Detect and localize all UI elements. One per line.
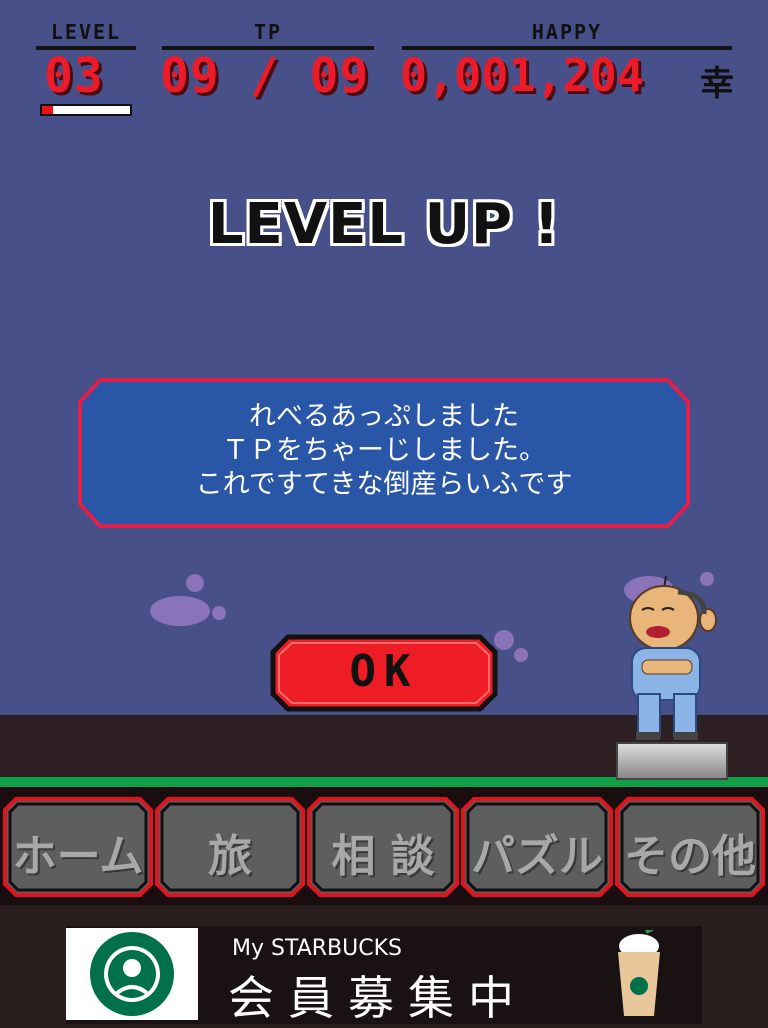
nav-consult-label: 相 談 xyxy=(331,831,435,882)
level-label: LEVEL xyxy=(50,20,122,44)
level-value: 03 xyxy=(44,48,104,104)
nav-other-button[interactable]: その他 xyxy=(614,796,766,898)
ok-button[interactable]: OK xyxy=(270,634,498,712)
cloud-puff xyxy=(212,606,226,620)
tp-value: 09 / 09 xyxy=(160,48,370,104)
nav-home-label: ホーム xyxy=(12,831,144,882)
pedestal xyxy=(616,742,728,780)
cloud-puff xyxy=(514,648,528,662)
ad-main-text: 会員募集中 xyxy=(228,971,528,1025)
level-up-banner: LEVEL UP ! xyxy=(207,192,561,257)
tp-label: TP xyxy=(253,20,283,44)
ad-banner[interactable]: My STARBUCKS 会員募集中 xyxy=(66,926,702,1025)
happy-unit: 幸 xyxy=(700,64,734,104)
ad-small-text: My STARBUCKS xyxy=(232,936,402,961)
starbucks-logo-icon xyxy=(66,928,198,1020)
nav-travel-button[interactable]: 旅 xyxy=(154,796,306,898)
nav-consult-button[interactable]: 相 談 xyxy=(306,796,460,898)
message-line-1: れべるあっぷしました xyxy=(249,401,519,432)
happy-label: HAPPY xyxy=(531,20,603,44)
level-progress-fill xyxy=(42,106,53,114)
nav-home-button[interactable]: ホーム xyxy=(2,796,154,898)
cloud-decoration xyxy=(150,596,210,626)
old-man-character xyxy=(629,575,717,740)
happy-value: 0,001,204 xyxy=(400,49,644,102)
frappuccino-cup-icon xyxy=(618,930,660,1016)
cloud-puff xyxy=(186,574,204,592)
nav-puzzle-label: パズル xyxy=(471,831,603,882)
message-line-3: これですてきな倒産らいふです xyxy=(195,469,573,500)
message-text: れべるあっぷしました ＴＰをちゃーじしました。 これですてきな倒産らいふです xyxy=(78,400,690,502)
nav-other-label: その他 xyxy=(624,831,756,882)
message-line-2: ＴＰをちゃーじしました。 xyxy=(222,435,546,466)
nav-puzzle-button[interactable]: パズル xyxy=(460,796,614,898)
level-progress-bar xyxy=(40,104,132,116)
message-box: れべるあっぷしました ＴＰをちゃーじしました。 これですてきな倒産らいふです xyxy=(78,378,690,528)
nav-travel-label: 旅 xyxy=(208,831,252,882)
ok-button-label: OK xyxy=(349,646,419,697)
